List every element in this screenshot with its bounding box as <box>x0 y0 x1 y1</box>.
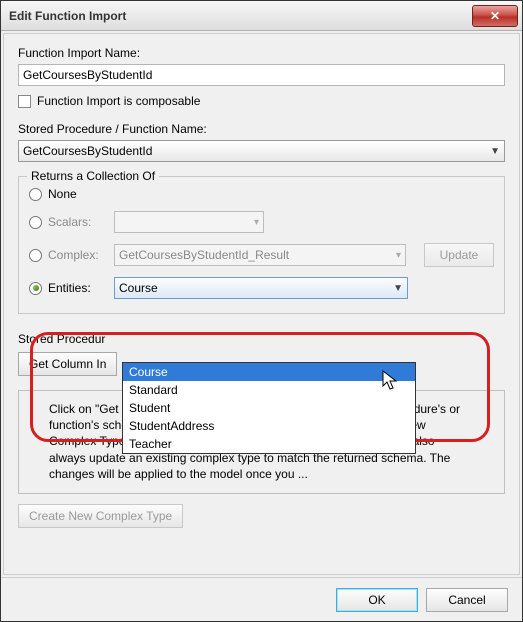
returns-collection-fieldset: Returns a Collection Of None Scalars: ▾ … <box>18 176 505 314</box>
radio-none[interactable] <box>29 188 42 201</box>
stored-procedure-value: GetCoursesByStudentId <box>23 144 152 158</box>
dropdown-item-standard[interactable]: Standard <box>123 381 415 399</box>
chevron-down-icon: ▼ <box>393 283 403 294</box>
chevron-down-icon: ▾ <box>396 250 401 261</box>
close-button[interactable]: ✕ <box>472 5 518 27</box>
entities-combo-value: Course <box>119 281 158 295</box>
composable-row: Function Import is composable <box>18 94 505 108</box>
chevron-down-icon: ▼ <box>490 146 500 157</box>
complex-combo: GetCoursesByStudentId_Result ▾ <box>114 244 406 266</box>
function-import-name-input[interactable] <box>18 64 505 86</box>
window-title: Edit Function Import <box>9 9 472 23</box>
radio-scalars-label: Scalars: <box>48 215 108 229</box>
radio-row-entities: Entities: Course ▼ <box>29 277 494 299</box>
radio-complex-label: Complex: <box>48 248 108 262</box>
entities-combo[interactable]: Course ▼ <box>114 277 408 299</box>
returns-legend: Returns a Collection Of <box>27 169 159 183</box>
complex-combo-value: GetCoursesByStudentId_Result <box>119 248 289 262</box>
ok-button[interactable]: OK <box>336 588 418 612</box>
radio-complex[interactable] <box>29 249 42 262</box>
dialog-content: Function Import Name: Function Import is… <box>3 33 520 575</box>
get-column-info-button[interactable]: Get Column In <box>18 352 117 376</box>
chevron-down-icon: ▾ <box>254 217 259 228</box>
create-complex-type-button: Create New Complex Type <box>18 504 183 528</box>
function-import-name-label: Function Import Name: <box>18 46 505 60</box>
dropdown-item-studentaddress[interactable]: StudentAddress <box>123 417 415 435</box>
cancel-button[interactable]: Cancel <box>426 588 508 612</box>
stored-proc-info-label: Stored Procedur <box>18 332 505 346</box>
stored-procedure-combo[interactable]: GetCoursesByStudentId ▼ <box>18 140 505 162</box>
composable-label: Function Import is composable <box>37 94 200 108</box>
update-button: Update <box>424 243 494 267</box>
titlebar: Edit Function Import ✕ <box>1 1 522 31</box>
close-icon: ✕ <box>490 9 500 23</box>
composable-checkbox[interactable] <box>18 95 31 108</box>
dropdown-item-course[interactable]: Course <box>123 363 415 381</box>
radio-row-scalars: Scalars: ▾ <box>29 211 494 233</box>
radio-entities[interactable] <box>29 282 42 295</box>
dropdown-item-teacher[interactable]: Teacher <box>123 435 415 453</box>
dialog-footer: OK Cancel <box>1 577 522 621</box>
scalars-combo: ▾ <box>114 211 264 233</box>
dropdown-item-student[interactable]: Student <box>123 399 415 417</box>
radio-entities-label: Entities: <box>48 281 108 295</box>
stored-procedure-label: Stored Procedure / Function Name: <box>18 122 505 136</box>
dialog-edit-function-import: Edit Function Import ✕ Function Import N… <box>0 0 523 622</box>
radio-scalars[interactable] <box>29 216 42 229</box>
radio-row-none: None <box>29 187 494 201</box>
radio-none-label: None <box>48 187 108 201</box>
entities-dropdown-list[interactable]: Course Standard Student StudentAddress T… <box>122 362 416 454</box>
radio-row-complex: Complex: GetCoursesByStudentId_Result ▾ … <box>29 243 494 267</box>
